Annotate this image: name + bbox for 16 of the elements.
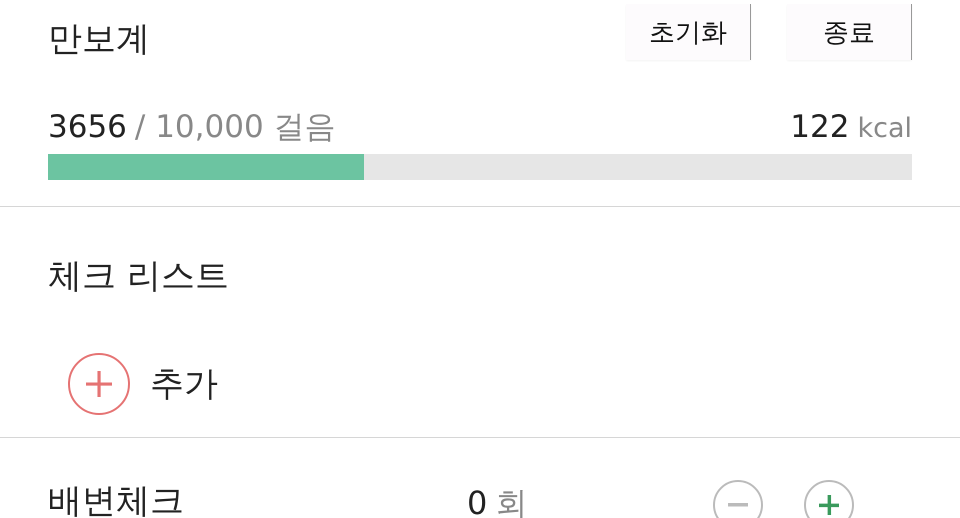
reset-button[interactable]: 초기화 <box>626 4 751 60</box>
step-count: 3656 <box>48 109 127 145</box>
step-goal: / 10,000 걸음 <box>134 109 336 145</box>
add-label: 추가 <box>150 363 218 406</box>
counter-label: 배변체크 <box>48 480 185 518</box>
minus-icon <box>728 503 748 507</box>
counter-value: 0 <box>467 484 488 518</box>
calorie-unit: kcal <box>857 113 912 144</box>
page-title: 만보계 <box>48 18 150 61</box>
section-title: 체크 리스트 <box>48 255 230 298</box>
plus-icon <box>818 494 840 516</box>
calorie-count: 122 <box>790 109 850 145</box>
quit-button[interactable]: 종료 <box>787 4 912 60</box>
minus-button[interactable] <box>713 480 763 518</box>
plus-button[interactable] <box>804 480 854 518</box>
plus-icon <box>86 370 112 398</box>
